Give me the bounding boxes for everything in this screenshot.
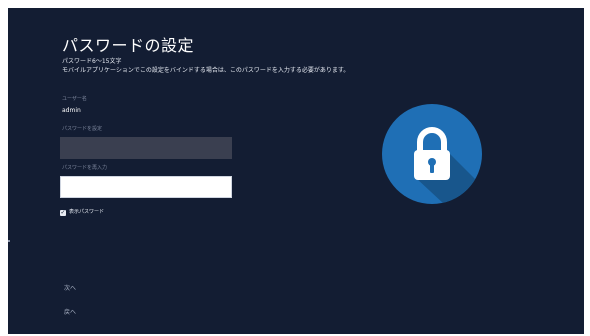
show-password-label: 表示パスワード: [69, 209, 105, 215]
username-value: admin: [62, 107, 81, 114]
page-title: パスワードの設定: [62, 36, 195, 55]
password-length-hint: パスワード6～15文字: [62, 58, 122, 65]
password-label: パスワードを設定: [62, 126, 103, 132]
setup-screen: パスワードの設定 パスワード6～15文字 モバイルアプリケーションでこの設定をバ…: [8, 8, 584, 334]
confirm-password-input[interactable]: [60, 176, 232, 198]
focus-indicator: [8, 240, 10, 242]
lock-icon: [382, 104, 482, 204]
next-button[interactable]: 次へ: [64, 285, 76, 293]
username-label: ユーザー名: [62, 96, 87, 102]
back-button[interactable]: 戻へ: [64, 309, 76, 317]
page-description: モバイルアプリケーションでこの設定をバインドする場合は、このパスワードを入力する…: [62, 67, 350, 74]
confirm-password-label: パスワードを再入力: [62, 165, 108, 171]
check-icon: ✓: [60, 208, 66, 216]
password-input[interactable]: [60, 137, 232, 159]
show-password-toggle[interactable]: ✓ 表示パスワード: [60, 209, 104, 216]
show-password-checkbox[interactable]: ✓: [60, 208, 66, 216]
